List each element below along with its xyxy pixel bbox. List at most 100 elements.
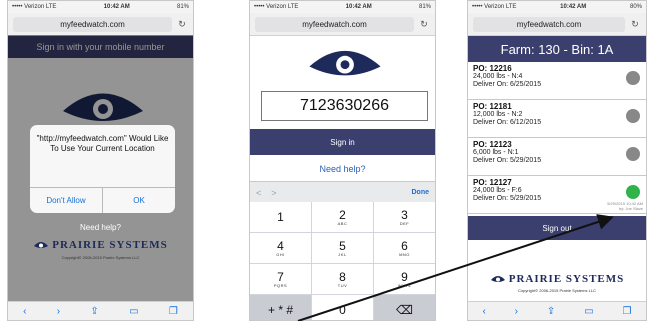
status-bar: ••••• Verizon LTE 10:42 AM 80% [468,1,646,13]
prairie-systems-logo: PRAIRIE SYSTEMS [468,273,646,285]
po-number: PO: 12127 [473,178,512,187]
forward-icon[interactable]: › [57,306,60,317]
key-6[interactable]: 7 PQRS [250,264,311,294]
confirmation-stamp: 5/29/2015 10:42 AM by: Joe Slave [607,201,643,211]
key-8[interactable]: 9 WXYZ [374,264,435,294]
address-bar: myfeedwatch.com ↻ [8,13,193,36]
key-4[interactable]: 5 JKL [312,233,373,263]
key-10[interactable]: 0 [312,295,373,320]
battery-level: 80% [629,4,642,10]
eye-logo-icon [34,242,49,248]
logo-text: PRAIRIE SYSTEMS [52,239,168,251]
bookmarks-icon[interactable]: ▭ [584,306,593,317]
key-digit: ⌫ [396,303,413,317]
order-row[interactable]: PO: 12127 24,000 lbs - F:6 Deliver On: 5/2… [468,176,646,214]
clock: 10:42 AM [103,4,130,10]
pending-status-dot[interactable] [626,71,640,85]
eye-logo-icon [490,276,505,282]
sign-in-button[interactable]: Sign in [250,129,435,155]
copyright-text: Copyright© 2006-2015 Prairie Systems LLC [518,288,596,293]
key-letters: MNO [399,251,410,257]
share-icon[interactable]: ⇪ [547,306,555,317]
browser-toolbar: ‹ › ⇪ ▭ ❐ [468,301,646,320]
order-row[interactable]: PO: 12181 12,000 lbs - N:2 Deliver On: 6/1… [468,100,646,138]
url-field[interactable]: myfeedwatch.com [255,16,414,32]
order-list: PO: 12216 24,000 lbs - N:4 Deliver On: 6/2… [468,62,646,214]
forward-icon[interactable]: › [515,306,518,317]
dont-allow-button[interactable]: Don't Allow [30,188,103,213]
key-11[interactable]: ⌫ [374,295,435,320]
key-digit: 7 [277,269,284,284]
key-digit: 0 [339,303,346,317]
key-9[interactable]: + * # [250,295,311,320]
key-digit: 3 [401,207,408,222]
phone-number-input[interactable]: 7123630266 [261,91,428,121]
po-number: PO: 12181 [473,102,512,111]
order-detail: Deliver On: 6/25/2015 [473,81,542,88]
key-digit: 5 [339,238,346,253]
order-row[interactable]: PO: 12123 6,000 lbs - N:1 Deliver On: 5/29… [468,138,646,176]
key-letters: GHI [276,251,285,257]
prairie-systems-logo: PRAIRIE SYSTEMS [8,239,193,251]
order-detail: 6,000 lbs - N:1 [473,149,519,156]
order-detail: 24,000 lbs - N:4 [473,73,523,80]
prev-field-icon[interactable]: < [256,188,261,198]
ok-button[interactable]: OK [103,188,175,213]
key-letters: DEF [399,220,410,226]
farm-bin-heading: Farm: 130 - Bin: 1A [468,36,646,62]
dialog-message: "http://myfeedwatch.com" Would Like To U… [36,134,169,153]
status-bar: ••••• Verizon LTE 10:42 AM 81% [8,1,193,13]
key-digit: 6 [401,238,408,253]
key-2[interactable]: 3 DEF [374,202,435,232]
numeric-keypad: 1 2 ABC 3 DEF 4 GHI 5 JKL 6 MNO 7 PQRS 8 TUV 9 WXYZ + * #… [250,202,435,320]
tabs-icon[interactable]: ❐ [623,306,632,317]
sign-out-button[interactable]: Sign out [468,216,646,240]
pending-status-dot[interactable] [626,147,640,161]
location-permission-dialog: "http://myfeedwatch.com" Would Like To U… [30,125,175,213]
url-field[interactable]: myfeedwatch.com [13,16,172,32]
key-7[interactable]: 8 TUV [312,264,373,294]
tabs-icon[interactable]: ❐ [169,306,178,317]
key-1[interactable]: 2 ABC [312,202,373,232]
key-digit: 1 [277,210,284,224]
key-letters: WXYZ [397,282,412,288]
key-letters: ABC [337,220,348,226]
carrier-label: ••••• Verizon LTE [12,4,57,10]
confirmed-status-dot[interactable] [626,185,640,199]
back-icon[interactable]: ‹ [23,306,26,317]
po-number: PO: 12123 [473,140,512,149]
key-5[interactable]: 6 MNO [374,233,435,263]
confirmation-user: by: Joe Slave [618,206,643,211]
phone-sign-in: ••••• Verizon LTE 10:42 AM 81% myfeedwat… [249,0,436,321]
order-detail: 24,000 lbs - F:6 [473,187,522,194]
next-field-icon[interactable]: > [271,188,276,198]
key-digit: + * # [267,303,294,317]
order-detail: Deliver On: 5/29/2015 [473,157,542,164]
order-row[interactable]: PO: 12216 24,000 lbs - N:4 Deliver On: 6/2… [468,62,646,100]
logo-text: PRAIRIE SYSTEMS [508,273,625,285]
po-number: PO: 12216 [473,64,512,73]
share-icon[interactable]: ⇪ [90,306,98,317]
url-field[interactable]: myfeedwatch.com [473,16,625,32]
key-letters: PQRS [273,282,288,288]
bookmarks-icon[interactable]: ▭ [129,306,138,317]
reload-icon[interactable]: ↻ [176,19,188,30]
key-3[interactable]: 4 GHI [250,233,311,263]
clock: 10:42 AM [345,4,372,10]
order-detail: 12,000 lbs - N:2 [473,111,523,118]
phone-orders: ••••• Verizon LTE 10:42 AM 80% myfeedwat… [467,0,647,321]
address-bar: myfeedwatch.com ↻ [468,13,646,36]
battery-level: 81% [418,4,431,10]
address-bar: myfeedwatch.com ↻ [250,13,435,36]
carrier-label: ••••• Verizon LTE [254,4,299,10]
key-0[interactable]: 1 [250,202,311,232]
key-digit: 4 [277,238,284,253]
reload-icon[interactable]: ↻ [629,19,641,30]
need-help-link[interactable]: Need help? [8,223,193,232]
done-button[interactable]: Done [412,189,430,196]
carrier-label: ••••• Verizon LTE [472,4,517,10]
back-icon[interactable]: ‹ [482,306,485,317]
pending-status-dot[interactable] [626,109,640,123]
need-help-link[interactable]: Need help? [250,164,435,174]
reload-icon[interactable]: ↻ [418,19,430,30]
